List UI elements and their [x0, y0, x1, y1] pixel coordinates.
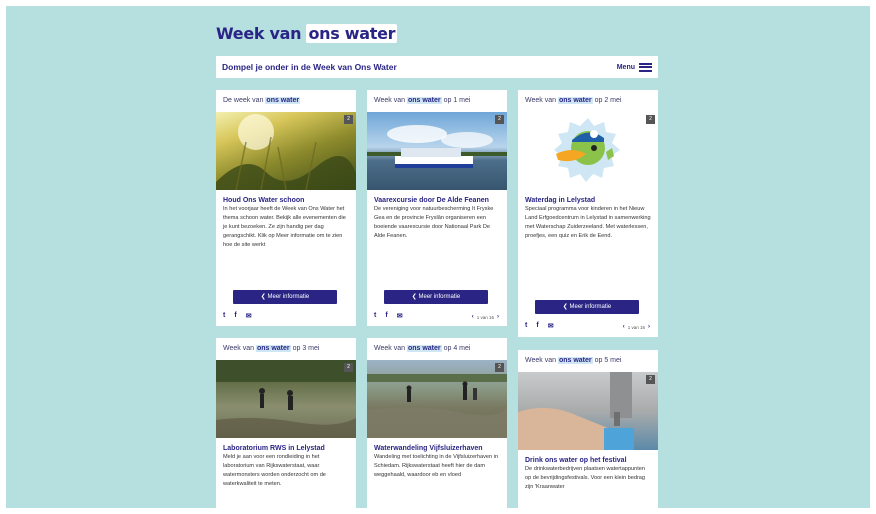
- site-logo[interactable]: Week van ons water: [216, 24, 398, 43]
- facebook-icon[interactable]: f: [536, 322, 538, 330]
- social-links: t f ✉: [223, 312, 252, 320]
- duck-mascot-icon: [554, 118, 620, 182]
- card-description: In het voorjaar heeft de Week van Ons Wa…: [223, 206, 346, 248]
- prev-arrow-icon[interactable]: ‹: [623, 324, 625, 330]
- card-heading: Week van ons water op 2 mei: [525, 97, 622, 104]
- page-background: Week van ons water Dompel je onder in de…: [6, 6, 870, 508]
- card-image[interactable]: 2: [216, 112, 356, 190]
- card-heading: Week van ons water op 5 mei: [525, 357, 622, 364]
- photo-count-badge: 2: [495, 115, 504, 124]
- event-card: Week van ons water op 2 mei 2 Waterdag i…: [518, 90, 658, 337]
- next-arrow-icon[interactable]: ›: [497, 314, 499, 320]
- card-title[interactable]: Vaarexcursie door De Alde Feanen: [367, 190, 507, 205]
- event-card: Week van ons water op 3 mei 2 Laboratori…: [216, 338, 356, 508]
- mail-icon[interactable]: ✉: [548, 322, 554, 330]
- card-image[interactable]: 2: [216, 360, 356, 438]
- twitter-icon[interactable]: t: [374, 312, 376, 320]
- hamburger-icon: [639, 62, 652, 72]
- card-title[interactable]: Houd Ons Water schoon: [216, 190, 356, 205]
- card-description: De drinkwaterbedrijven plaatsen watertap…: [525, 466, 646, 490]
- mail-icon[interactable]: ✉: [397, 312, 403, 320]
- more-info-button[interactable]: ❮ Meer informatie: [233, 290, 337, 304]
- photo-count-badge: 2: [646, 375, 655, 384]
- next-arrow-icon[interactable]: ›: [648, 324, 650, 330]
- mail-icon[interactable]: ✉: [246, 312, 252, 320]
- twitter-icon[interactable]: t: [525, 322, 527, 330]
- card-description: Wandeling met toelichting in de Vijfslui…: [374, 454, 499, 478]
- card-image[interactable]: 2: [518, 372, 658, 450]
- event-card: Week van ons water op 1 mei 2 Vaarexcurs…: [367, 90, 507, 326]
- banner-title: Dompel je onder in de Week van Ons Water: [222, 62, 397, 72]
- card-title[interactable]: Waterwandeling Vijfsluizerhaven: [367, 438, 507, 453]
- card-title[interactable]: Drink ons water op het festival: [518, 450, 658, 465]
- social-links: t f ✉: [374, 312, 403, 320]
- card-description: De vereniging voor natuurbescherming It …: [374, 206, 494, 239]
- photo-count-badge: 2: [495, 363, 504, 372]
- event-card: De week van ons water 2 Houd Ons Water s…: [216, 90, 356, 326]
- prev-arrow-icon[interactable]: ‹: [472, 314, 474, 320]
- facebook-icon[interactable]: f: [385, 312, 387, 320]
- logo-highlight: ons water: [306, 24, 398, 43]
- logo-text: Week van: [216, 24, 307, 43]
- more-info-button[interactable]: ❮ Meer informatie: [535, 300, 639, 314]
- header-banner: Dompel je onder in de Week van Ons Water…: [216, 56, 658, 78]
- card-description: Speciaal programma voor kinderen in het …: [525, 206, 651, 239]
- event-card: Week van ons water op 5 mei 2 Drink ons …: [518, 350, 658, 508]
- twitter-icon[interactable]: t: [223, 312, 225, 320]
- facebook-icon[interactable]: f: [234, 312, 236, 320]
- card-title[interactable]: Waterdag in Lelystad: [518, 190, 658, 205]
- card-pager: ‹ 1 van 16 ›: [471, 314, 499, 320]
- card-pager: ‹ 1 van 16 ›: [622, 324, 650, 330]
- photo-count-badge: 2: [344, 363, 353, 372]
- card-image[interactable]: 2: [367, 360, 507, 438]
- social-links: t f ✉: [525, 322, 554, 330]
- menu-label: Menu: [616, 63, 635, 71]
- card-heading: Week van ons water op 4 mei: [374, 345, 471, 352]
- photo-count-badge: 2: [344, 115, 353, 124]
- card-heading: De week van ons water: [223, 97, 301, 104]
- card-heading: Week van ons water op 3 mei: [223, 345, 320, 352]
- card-image[interactable]: 2: [367, 112, 507, 190]
- photo-count-badge: 2: [646, 115, 655, 124]
- card-title[interactable]: Laboratorium RWS in Lelystad: [216, 438, 356, 453]
- event-card: Week van ons water op 4 mei 2 Waterwande…: [367, 338, 507, 508]
- card-description: Meld je aan voor een rondleiding in het …: [223, 454, 326, 487]
- more-info-button[interactable]: ❮ Meer informatie: [384, 290, 488, 304]
- card-heading: Week van ons water op 1 mei: [374, 97, 471, 104]
- card-image[interactable]: 2: [518, 112, 658, 190]
- menu-button[interactable]: Menu: [616, 62, 652, 72]
